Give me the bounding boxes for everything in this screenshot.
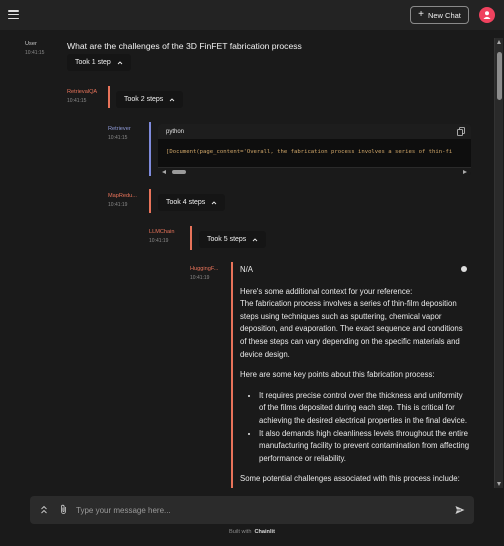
steps-toggle-retrievalqa[interactable]: Took 2 steps [116,91,184,108]
answer-prefix: N/A [240,265,253,274]
message-time: 10:41:19 [149,238,169,244]
message-author-user: User 10:41:15 [25,41,44,56]
paperclip-icon[interactable] [59,504,68,515]
message-author-llmchain: LLMChain 10:41:19 [149,229,175,244]
message-time: 10:41:19 [190,275,210,281]
steps-label: Took 2 steps [124,96,164,103]
expand-icon[interactable] [40,505,48,515]
message-time: 10:41:15 [67,98,87,104]
step-divider [190,226,192,250]
new-chat-button[interactable]: + New Chat [410,6,469,24]
author-name: MapRedu... [108,193,137,199]
message-input[interactable] [76,502,436,518]
chevron-up-icon [252,237,258,241]
user-avatar[interactable] [479,7,495,23]
steps-toggle-mapreduce[interactable]: Took 4 steps [158,194,226,211]
scroll-up-icon[interactable] [497,40,501,44]
message-time: 10:41:15 [108,135,128,141]
list-item: It also demands high cleanliness levels … [259,428,470,466]
menu-icon[interactable] [8,10,19,20]
answer-paragraph: Here are some key points about this fabr… [240,370,435,380]
scroll-left-icon[interactable] [162,169,166,174]
brand-link[interactable]: Chainlit [254,529,275,535]
message-time: 10:41:15 [25,50,45,56]
code-content: [Document(page_content='Overall, the fab… [166,149,453,155]
scroll-down-icon[interactable] [497,482,501,486]
user-question: What are the challenges of the 3D FinFET… [67,41,302,51]
chevron-up-icon [211,200,217,204]
steps-label: Took 4 steps [166,199,206,206]
author-name: User [25,41,37,47]
step-divider [149,189,151,213]
steps-toggle-user[interactable]: Took 1 step [67,54,131,71]
code-header: python [158,124,471,139]
scroll-thumb[interactable] [172,170,186,174]
code-language: python [166,128,185,135]
code-block: python [Document(page_content='Overall, … [158,124,471,175]
author-name: Retriever [108,126,131,132]
scroll-right-icon[interactable] [463,169,467,174]
top-bar: + New Chat [0,0,504,30]
chevron-up-icon [117,60,123,64]
scroll-thumb[interactable] [497,52,502,100]
built-with-label: Built with [229,529,252,535]
message-author-retrievalqa: RetrievalQA 10:41:15 [67,89,97,104]
step-divider [108,86,110,108]
plus-icon: + [418,8,424,20]
send-icon[interactable] [455,505,465,515]
step-divider [231,262,233,490]
llm-answer: N/A Here's some additional context for y… [240,264,470,494]
vertical-scrollbar[interactable] [494,38,503,488]
message-author-huggingface: HuggingF... 10:41:19 [190,266,218,281]
answer-paragraph: Here's some additional context for your … [240,286,463,359]
new-chat-label: New Chat [427,10,461,20]
steps-toggle-llmchain[interactable]: Took 5 steps [199,231,267,248]
list-item: It requires precise control over the thi… [259,390,470,428]
step-divider [149,122,151,176]
answer-list: It requires precise control over the thi… [240,390,470,466]
author-name: RetrievalQA [67,89,98,95]
horizontal-scrollbar[interactable] [158,167,471,175]
message-composer [30,496,474,524]
steps-label: Took 1 step [75,59,111,66]
user-icon [483,11,491,19]
chevron-up-icon [169,97,175,101]
answer-paragraph: Some potential challenges associated wit… [240,474,460,484]
copy-icon[interactable] [457,127,465,136]
message-time: 10:41:19 [108,202,128,208]
author-name: HuggingF... [190,266,219,272]
message-author-mapreduce: MapRedu... 10:41:19 [108,193,137,208]
built-with-footer: Built with Chainlit [0,529,504,535]
steps-label: Took 5 steps [207,236,247,243]
message-author-retriever: Retriever 10:41:15 [108,126,131,141]
author-name: LLMChain [149,229,175,235]
